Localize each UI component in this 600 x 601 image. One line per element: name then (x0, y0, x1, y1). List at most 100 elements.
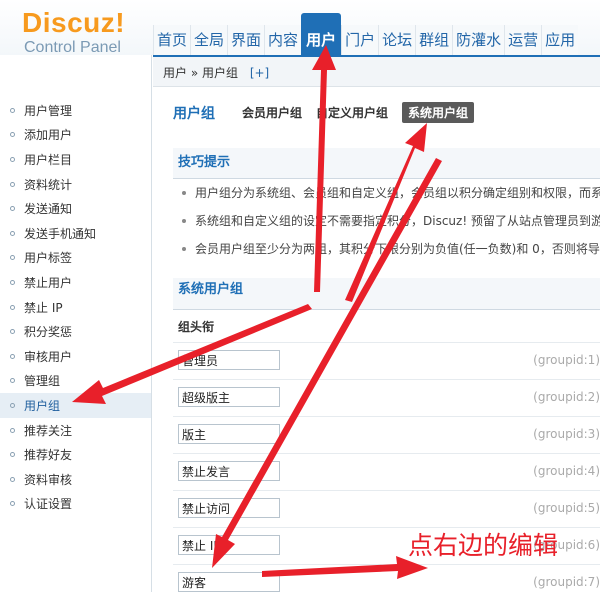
bullet-icon (10, 206, 15, 212)
bullet-icon (10, 107, 15, 113)
sidebar-item-notify[interactable]: 发送通知 (0, 196, 151, 221)
sidebar-item-profile-fields[interactable]: 用户栏目 (0, 147, 151, 172)
sidebar-item-label: 禁止用户 (24, 275, 73, 290)
tips-title: 技巧提示 (173, 148, 600, 179)
nav-antispam[interactable]: 防灌水 (452, 25, 505, 55)
sidebar-item-label: 资料审核 (24, 472, 73, 487)
nav-portal[interactable]: 门户 (341, 25, 379, 55)
sidebar-item-label: 审核用户 (24, 349, 73, 364)
nav-style[interactable]: 界面 (227, 25, 265, 55)
bullet-icon (10, 181, 15, 187)
sidebar-item-usergroup[interactable]: 用户组 (0, 393, 151, 418)
sidebar-item-label: 用户组 (24, 398, 61, 413)
sidebar-item-recommend-follow[interactable]: 推荐关注 (0, 418, 151, 443)
bullet-icon (10, 156, 15, 162)
bullet-icon (10, 132, 15, 138)
sidebar-item-label: 禁止 IP (24, 300, 63, 315)
sidebar-item-label: 添加用户 (24, 128, 73, 143)
bullet-icon (10, 452, 15, 458)
group-name-input[interactable] (178, 498, 280, 518)
breadcrumb-path: 用户 » 用户组 (163, 66, 238, 80)
logo[interactable]: Discuz! Control Panel (22, 8, 125, 57)
header: Discuz! Control Panel 首页 全局 界面 内容 用户 门户 … (0, 0, 600, 57)
sidebar-item-mobile-notify[interactable]: 发送手机通知 (0, 221, 151, 246)
group-id: (groupid:1) (533, 353, 600, 367)
group-name-input[interactable] (178, 350, 280, 370)
table-row: (groupid:3) (173, 416, 600, 453)
sidebar-item-label: 管理组 (24, 374, 61, 389)
table-row: (groupid:5) (173, 490, 600, 527)
table-row: (groupid:4) (173, 453, 600, 490)
sidebar-item-label: 推荐好友 (24, 448, 73, 463)
nav-user[interactable]: 用户 (301, 13, 342, 55)
nav-group[interactable]: 群组 (415, 25, 453, 55)
group-id: (groupid:7) (533, 575, 600, 589)
sidebar-item-credits[interactable]: 积分奖惩 (0, 319, 151, 344)
group-name-input[interactable] (178, 535, 280, 555)
nav-home[interactable]: 首页 (153, 25, 191, 55)
bullet-icon (10, 378, 15, 384)
add-shortcut-button[interactable]: [+] (250, 66, 269, 80)
group-id: (groupid:3) (533, 427, 600, 441)
breadcrumb: 用户 » 用户组 [+] (163, 64, 269, 81)
group-name-input[interactable] (178, 461, 280, 481)
sidebar-item-label: 积分奖惩 (24, 325, 73, 340)
tab-member-groups[interactable]: 会员用户组 (242, 104, 302, 121)
sidebar-item-label: 发送通知 (24, 202, 73, 217)
usergroup-tabs: 用户组 会员用户组 自定义用户组 系统用户组 (173, 102, 488, 123)
sidebar-item-user-manage[interactable]: 用户管理 (0, 98, 151, 123)
group-name-input[interactable] (178, 424, 280, 444)
sidebar-item-ban-ip[interactable]: 禁止 IP (0, 295, 151, 320)
bullet-icon (10, 230, 15, 236)
system-groups-table: (groupid:1) (groupid:2) (groupid:3) (gro… (173, 342, 600, 601)
tip-item: 用户组分为系统组、会员组和自定义组，会员组以积分确定组别和权限，而系统 (173, 179, 600, 207)
top-nav: 首页 全局 界面 内容 用户 门户 论坛 群组 防灌水 运营 应用 (153, 13, 579, 55)
sidebar-item-admin-group[interactable]: 管理组 (0, 369, 151, 394)
system-groups-title: 系统用户组 (173, 278, 600, 310)
logo-title: Discuz! (22, 7, 126, 38)
tips-panel: 技巧提示 用户组分为系统组、会员组和自定义组，会员组以积分确定组别和权限，而系统… (173, 148, 600, 263)
sidebar-item-label: 认证设置 (24, 497, 73, 512)
sidebar-item-recommend-friend[interactable]: 推荐好友 (0, 442, 151, 467)
sidebar-item-verify[interactable]: 认证设置 (0, 492, 151, 517)
sidebar-item-stats[interactable]: 资料统计 (0, 172, 151, 197)
bullet-icon (10, 279, 15, 285)
column-header-title: 组头衔 (178, 320, 215, 334)
nav-operation[interactable]: 运营 (504, 25, 542, 55)
sidebar-item-moderate-user[interactable]: 审核用户 (0, 344, 151, 369)
annotation-text: 点右边的编辑 (408, 531, 559, 560)
sidebar-item-label: 资料统计 (24, 177, 73, 192)
sidebar-item-label: 用户管理 (24, 103, 73, 118)
main-content: 用户组 会员用户组 自定义用户组 系统用户组 技巧提示 用户组分为系统组、会员组… (153, 88, 600, 592)
sidebar-item-label: 用户栏目 (24, 152, 73, 167)
bullet-icon (10, 427, 15, 433)
nav-content[interactable]: 内容 (264, 25, 302, 55)
bullet-icon (10, 402, 15, 408)
tip-item: 系统组和自定义组的设定不需要指定积分，Discuz! 预留了从站点管理员到游客 (173, 207, 600, 235)
sidebar-item-label: 推荐关注 (24, 423, 73, 438)
table-row: (groupid:1) (173, 342, 600, 379)
page-title: 用户组 (173, 105, 215, 122)
nav-app[interactable]: 应用 (541, 25, 579, 55)
bullet-icon (10, 501, 15, 507)
group-name-input[interactable] (178, 387, 280, 407)
group-id: (groupid:2) (533, 390, 600, 404)
group-name-input[interactable] (178, 572, 280, 592)
table-row: (groupid:2) (173, 379, 600, 416)
sidebar-item-add-user[interactable]: 添加用户 (0, 123, 151, 148)
table-row: (groupid:7) (173, 564, 600, 601)
tab-system-groups[interactable]: 系统用户组 (402, 102, 475, 123)
breadcrumb-bar: 用户 » 用户组 [+] (153, 55, 600, 87)
tab-custom-groups[interactable]: 自定义用户组 (316, 104, 388, 121)
nav-forum[interactable]: 论坛 (378, 25, 416, 55)
sidebar: 用户管理 添加用户 用户栏目 资料统计 发送通知 发送手机通知 用户标签 禁止用… (0, 55, 152, 592)
sidebar-item-profile-review[interactable]: 资料审核 (0, 467, 151, 492)
bullet-icon (10, 476, 15, 482)
group-id: (groupid:5) (533, 501, 600, 515)
tip-item: 会员用户组至少分为两组，其积分下限分别为负值(任一负数)和 0，否则将导致 (173, 235, 600, 263)
nav-global[interactable]: 全局 (190, 25, 228, 55)
bullet-icon (10, 353, 15, 359)
sidebar-item-tags[interactable]: 用户标签 (0, 246, 151, 271)
sidebar-item-ban-user[interactable]: 禁止用户 (0, 270, 151, 295)
group-id: (groupid:4) (533, 464, 600, 478)
